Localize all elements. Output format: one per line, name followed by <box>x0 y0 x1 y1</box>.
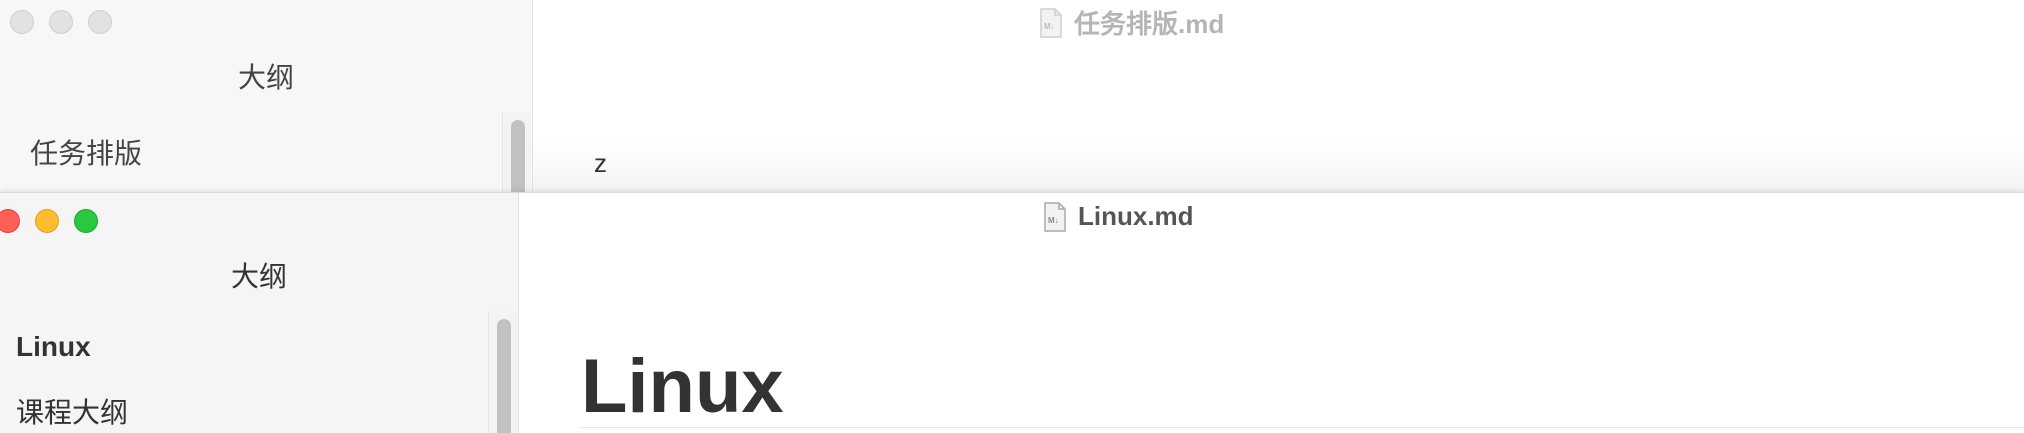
window-controls <box>10 10 112 34</box>
minimize-button[interactable] <box>49 10 73 34</box>
outline-item-linux[interactable]: Linux <box>16 331 91 363</box>
markdown-file-icon: M↓ <box>1040 7 1062 38</box>
markdown-file-icon: M↓ <box>1044 201 1066 232</box>
svg-text:M↓: M↓ <box>1044 22 1055 31</box>
minimize-button[interactable] <box>35 209 59 233</box>
outline-title: 大纲 <box>237 62 294 93</box>
outline-scrollbar[interactable] <box>502 112 531 192</box>
editor-pane[interactable] <box>533 0 2024 192</box>
document-heading[interactable]: Linux <box>581 343 784 430</box>
close-button[interactable] <box>0 209 20 233</box>
window-title-text: 任务排版.md <box>1074 9 1225 39</box>
outline-item[interactable]: 任务排版 <box>30 132 142 172</box>
outline-scrollbar[interactable] <box>488 311 517 433</box>
window-title: M↓ 任务排版.md <box>1040 4 1224 41</box>
outline-sidebar: 大纲 Linux 课程大纲 <box>0 193 519 433</box>
scrollbar-thumb[interactable] <box>497 319 511 433</box>
editor-text: z <box>594 148 607 178</box>
outline-title: 大纲 <box>230 261 287 292</box>
outline-sidebar: 大纲 任务排版 <box>0 0 533 192</box>
zoom-button[interactable] <box>74 209 98 233</box>
heading-divider <box>581 427 2024 428</box>
back-window: 大纲 任务排版 M↓ 任务排版.md z <box>0 0 2024 192</box>
window-title: M↓ Linux.md <box>1044 201 1194 232</box>
zoom-button[interactable] <box>88 10 112 34</box>
window-title-text: Linux.md <box>1078 201 1194 231</box>
svg-text:M↓: M↓ <box>1048 216 1059 225</box>
close-button[interactable] <box>10 10 34 34</box>
front-window: 大纲 Linux 课程大纲 M↓ Linux.md Linux <box>0 192 2024 433</box>
window-controls <box>0 209 98 233</box>
outline-item-course-outline[interactable]: 课程大纲 <box>16 391 128 431</box>
scrollbar-thumb[interactable] <box>511 120 525 192</box>
